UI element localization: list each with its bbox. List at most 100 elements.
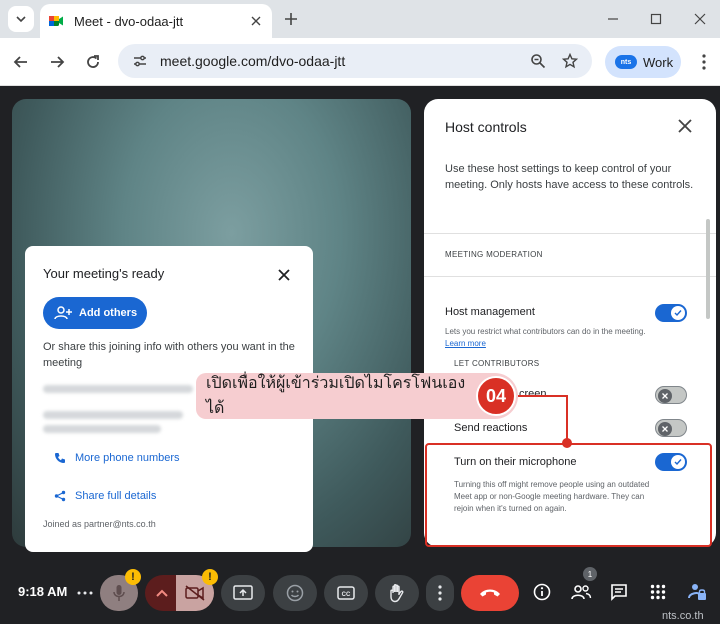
check-icon	[671, 306, 685, 320]
panel-title: Host controls	[445, 119, 527, 135]
blurred-meeting-link	[43, 385, 193, 393]
lock-person-icon	[688, 584, 706, 600]
x-icon	[658, 422, 672, 436]
arrow-right-icon	[51, 56, 65, 68]
back-button[interactable]	[11, 52, 31, 72]
people-button[interactable]	[569, 580, 593, 604]
more-phone-numbers-link[interactable]: More phone numbers	[53, 451, 295, 465]
more-info-button[interactable]	[70, 575, 100, 611]
more-options-button[interactable]	[426, 575, 454, 611]
reload-icon	[87, 55, 99, 68]
reactions-button[interactable]	[273, 575, 317, 611]
send-reactions-label: Send reactions	[454, 422, 528, 434]
host-controls-button[interactable]	[685, 580, 709, 604]
blurred-dial-in	[43, 411, 183, 419]
tab-strip: Meet - dvo-odaa-jtt	[0, 0, 720, 38]
forward-button[interactable]	[47, 52, 67, 72]
close-window-button[interactable]	[690, 9, 710, 29]
mic-icon	[113, 585, 125, 601]
more-vert-icon	[438, 585, 442, 601]
share-icon	[53, 489, 67, 503]
panel-description: Use these host settings to keep control …	[445, 163, 694, 191]
people-count-badge: 1	[583, 567, 597, 581]
watermark: nts.co.th	[662, 610, 704, 622]
divider	[424, 233, 716, 234]
chat-icon	[611, 584, 627, 601]
annotation-callout: เปิดเพื่อให้ผู้เข้าร่วมเปิดไมโครโฟนเองได…	[196, 373, 518, 419]
joined-as-text: Joined as partner@nts.co.th	[43, 519, 156, 529]
camera-options-button[interactable]	[145, 575, 179, 611]
mic-warning-badge: !	[125, 569, 141, 585]
panel-scrollbar[interactable]	[706, 219, 710, 319]
leave-call-button[interactable]	[461, 575, 519, 611]
add-others-button[interactable]: Add others	[43, 297, 147, 329]
annotation-dot	[562, 438, 572, 448]
meeting-clock: 9:18 AM	[18, 584, 68, 599]
site-settings-icon[interactable]	[130, 51, 150, 71]
browser-menu-button[interactable]	[694, 52, 714, 72]
share-screen-toggle[interactable]	[655, 386, 687, 404]
host-management-label: Host management	[445, 306, 535, 318]
close-panel-button[interactable]	[676, 117, 694, 135]
tab-search-button[interactable]	[8, 6, 34, 32]
present-to-all-icon	[233, 585, 253, 600]
chat-button[interactable]	[607, 580, 631, 604]
annotation-connector	[518, 395, 568, 397]
blurred-pin	[43, 425, 161, 433]
profile-button[interactable]: nts Work	[605, 46, 681, 78]
maximize-button[interactable]	[646, 9, 666, 29]
tab-title: Meet - dvo-odaa-jtt	[74, 13, 184, 29]
close-tab-icon[interactable]	[248, 13, 264, 29]
hand-icon	[390, 584, 404, 603]
close-card-button[interactable]	[275, 266, 293, 284]
call-end-icon	[480, 589, 500, 597]
address-bar[interactable]: meet.google.com/dvo-odaa-jtt	[118, 44, 592, 78]
more-vert-icon	[702, 54, 706, 70]
microphone-highlight-box	[425, 443, 712, 547]
close-icon	[278, 269, 290, 281]
activities-button[interactable]	[646, 580, 670, 604]
send-reactions-toggle[interactable]	[655, 419, 687, 437]
present-screen-button[interactable]	[221, 575, 265, 611]
let-contributors-heading: LET CONTRIBUTORS	[454, 359, 540, 368]
info-icon	[533, 583, 551, 601]
chevron-up-icon	[156, 589, 168, 597]
host-management-description: Lets you restrict what contributors can …	[445, 327, 646, 348]
videocam-off-icon	[185, 585, 205, 601]
captions-button[interactable]: CC	[324, 575, 368, 611]
share-full-details-link[interactable]: Share full details	[53, 489, 295, 503]
profile-logo: nts	[615, 55, 637, 69]
plus-icon	[285, 13, 297, 25]
more-horiz-icon	[77, 591, 93, 595]
apps-grid-icon	[650, 584, 666, 600]
meeting-details-button[interactable]	[530, 580, 554, 604]
bookmark-star-icon[interactable]	[560, 51, 580, 71]
ready-card-title: Your meeting's ready	[43, 266, 165, 281]
url-text: meet.google.com/dvo-odaa-jtt	[160, 53, 346, 69]
person-add-icon	[54, 306, 72, 320]
closed-caption-icon: CC	[337, 586, 355, 600]
active-tab[interactable]: Meet - dvo-odaa-jtt	[40, 4, 272, 38]
share-info-text: Or share this joining info with others y…	[43, 341, 295, 369]
browser-toolbar: meet.google.com/dvo-odaa-jtt nts Work	[0, 38, 720, 86]
close-icon	[678, 119, 692, 133]
camera-warning-badge: !	[202, 569, 218, 585]
raise-hand-button[interactable]	[375, 575, 419, 611]
divider	[424, 276, 716, 277]
learn-more-link[interactable]: Learn more	[445, 339, 486, 348]
profile-name: Work	[643, 54, 674, 70]
zoom-icon[interactable]	[528, 51, 548, 71]
arrow-left-icon	[13, 56, 27, 68]
minimize-button[interactable]	[603, 9, 623, 29]
new-tab-button[interactable]	[281, 9, 301, 29]
chevron-down-icon	[16, 16, 26, 23]
people-icon	[571, 585, 592, 600]
reload-button[interactable]	[83, 52, 103, 72]
section-heading: MEETING MODERATION	[445, 250, 543, 259]
maximize-icon	[650, 13, 662, 25]
add-others-label: Add others	[79, 307, 138, 319]
annotation-step-number: 04	[476, 376, 516, 416]
share-screen-label: creen	[519, 388, 547, 400]
host-management-toggle[interactable]	[655, 304, 687, 322]
annotation-text: เปิดเพื่อให้ผู้เข้าร่วมเปิดไมโครโฟนเองได…	[206, 375, 466, 417]
